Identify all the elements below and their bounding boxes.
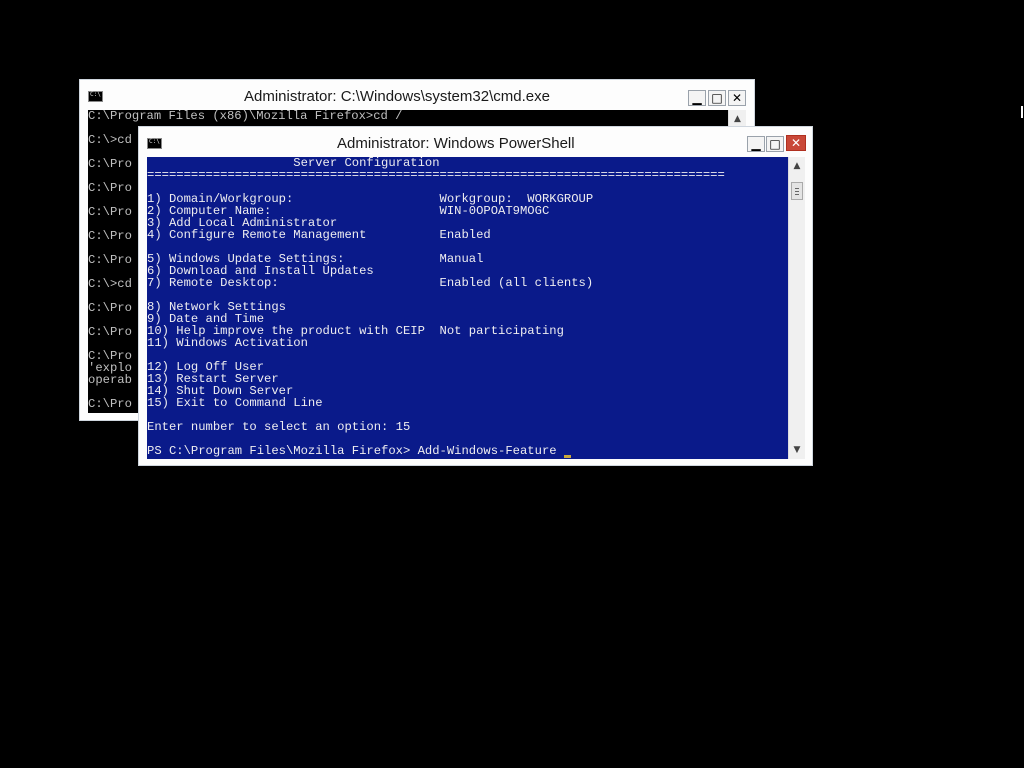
cmd-maximize-button[interactable]: □: [708, 90, 726, 106]
powershell-close-button[interactable]: ✕: [786, 135, 806, 151]
powershell-window-title: Administrator: Windows PowerShell: [337, 135, 575, 152]
text-cursor: [564, 455, 571, 458]
mouse-pointer-icon: [1021, 106, 1023, 118]
powershell-maximize-button[interactable]: □: [766, 136, 784, 152]
cmd-titlebar[interactable]: Administrator: C:\Windows\system32\cmd.e…: [80, 80, 754, 109]
powershell-window[interactable]: Administrator: Windows PowerShell ▁ □ ✕ …: [138, 126, 813, 466]
powershell-scrollbar[interactable]: ▲ ▼: [788, 157, 805, 459]
powershell-scroll-down-icon[interactable]: ▼: [789, 442, 805, 458]
cmd-console-line: C:\Program Files (x86)\Mozilla Firefox>c…: [88, 109, 403, 123]
powershell-console-output[interactable]: Server Configuration ====================…: [147, 157, 788, 459]
powershell-scroll-thumb[interactable]: [791, 182, 803, 200]
powershell-console-line: 15) Exit to Command Line: [147, 396, 323, 410]
cmd-window-title: Administrator: C:\Windows\system32\cmd.e…: [244, 88, 550, 105]
powershell-console-line: PS C:\Program Files\Mozilla Firefox> Add…: [147, 444, 557, 458]
cmd-close-button[interactable]: ✕: [728, 90, 746, 106]
powershell-console-line: 4) Configure Remote Management Enabled: [147, 228, 491, 242]
powershell-console-line: Enter number to select an option: 15: [147, 420, 411, 434]
powershell-titlebar[interactable]: Administrator: Windows PowerShell ▁ □ ✕: [139, 127, 812, 156]
powershell-console-line: 7) Remote Desktop: Enabled (all clients): [147, 276, 594, 290]
powershell-minimize-button[interactable]: ▁: [747, 136, 765, 152]
cmd-scroll-up-icon[interactable]: ▲: [729, 111, 746, 127]
cmd-app-icon[interactable]: [88, 91, 103, 102]
cmd-minimize-button[interactable]: ▁: [688, 90, 706, 106]
powershell-app-icon[interactable]: [147, 138, 162, 149]
powershell-console-line: 11) Windows Activation: [147, 336, 308, 350]
powershell-console-line: ========================================…: [147, 168, 725, 182]
powershell-scroll-up-icon[interactable]: ▲: [789, 158, 805, 174]
